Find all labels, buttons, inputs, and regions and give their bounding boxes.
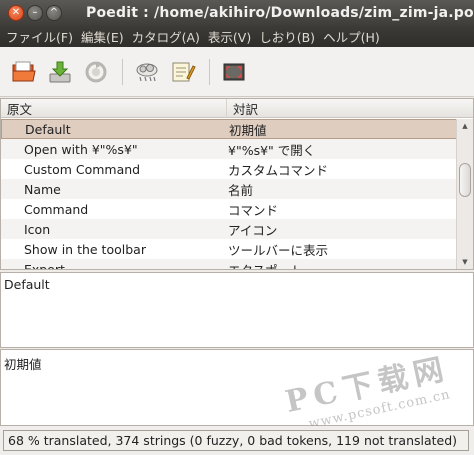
- minimize-window-button[interactable]: –: [27, 5, 43, 21]
- status-text: 68 % translated, 374 strings (0 fuzzy, 0…: [3, 430, 469, 451]
- toolbar: [0, 47, 474, 97]
- title-bar: ✕ – ^ Poedit : /home/akihiro/Downloads/z…: [0, 0, 474, 26]
- list-row[interactable]: Name 名前: [1, 179, 457, 199]
- update-button[interactable]: [82, 58, 110, 86]
- translation-cell: エクスポート: [228, 262, 303, 270]
- toolbar-separator: [122, 58, 123, 85]
- menu-bar: ファイル(F) 編集(E) カタログ(A) 表示(V) しおり(B) ヘルプ(H…: [0, 26, 474, 47]
- menu-file[interactable]: ファイル(F): [0, 27, 77, 46]
- window-controls: ✕ – ^: [8, 5, 62, 21]
- scroll-up-arrow-icon[interactable]: ▲: [457, 119, 473, 133]
- comment-button[interactable]: [169, 58, 197, 86]
- scroll-down-arrow-icon[interactable]: ▼: [457, 255, 473, 269]
- list-row[interactable]: Open with ¥"%s¥" ¥"%s¥" で開く: [1, 139, 457, 159]
- message-list: 原文 対訳 Default 初期値 Open with ¥"%s¥" ¥"%s¥…: [0, 98, 474, 270]
- list-rows: Default 初期値 Open with ¥"%s¥" ¥"%s¥" で開く …: [1, 119, 457, 270]
- translation-cell: ツールバーに表示: [228, 242, 329, 258]
- update-catalog-icon: [85, 61, 107, 82]
- source-cell: Default: [25, 121, 71, 137]
- source-cell: Command: [24, 201, 89, 217]
- translation-cell: 名前: [228, 182, 254, 198]
- comment-edit-icon: [172, 62, 196, 81]
- translation-cell: ¥"%s¥" で開く: [228, 142, 316, 158]
- source-cell: Icon: [24, 221, 51, 237]
- translation-cell: カスタムコマンド: [228, 162, 329, 178]
- list-row[interactable]: Show in the toolbar ツールバーに表示: [1, 239, 457, 259]
- menu-catalog[interactable]: カタログ(A): [128, 27, 204, 46]
- open-folder-icon: [12, 61, 36, 81]
- source-cell: Show in the toolbar: [24, 241, 146, 257]
- source-cell: Custom Command: [24, 161, 141, 177]
- save-download-icon: [49, 61, 71, 82]
- translation-cell: コマンド: [228, 202, 279, 218]
- list-row[interactable]: Command コマンド: [1, 199, 457, 219]
- validate-button[interactable]: [133, 58, 161, 86]
- translation-cell: アイコン: [228, 222, 278, 238]
- translation-text-area[interactable]: 初期値: [0, 349, 474, 426]
- list-row[interactable]: Icon アイコン: [1, 219, 457, 239]
- toolbar-separator: [209, 58, 210, 85]
- menu-edit[interactable]: 編集(E): [77, 27, 128, 46]
- list-row[interactable]: Default 初期値: [1, 119, 457, 139]
- status-bar: 68 % translated, 374 strings (0 fuzzy, 0…: [0, 426, 474, 455]
- list-row[interactable]: Custom Command カスタムコマンド: [1, 159, 457, 179]
- column-header-translation[interactable]: 対訳: [227, 99, 258, 118]
- source-text-pane: Default: [0, 272, 474, 348]
- save-button[interactable]: [46, 58, 74, 86]
- column-header-source[interactable]: 原文: [1, 99, 227, 118]
- close-window-button[interactable]: ✕: [8, 5, 24, 21]
- menu-view[interactable]: 表示(V): [204, 27, 255, 46]
- window-title: Poedit : /home/akihiro/Downloads/zim_zim…: [86, 5, 474, 21]
- menu-bookmarks[interactable]: しおり(B): [255, 27, 319, 46]
- list-scrollbar[interactable]: ▲ ▼: [456, 119, 473, 269]
- open-button[interactable]: [10, 58, 38, 86]
- fullscreen-icon: [223, 63, 245, 80]
- menu-help[interactable]: ヘルプ(H): [319, 27, 384, 46]
- source-cell: Name: [24, 181, 61, 197]
- scroll-thumb[interactable]: [459, 163, 471, 197]
- source-cell: Export: [24, 261, 65, 270]
- list-row[interactable]: Export エクスポート: [1, 259, 457, 270]
- maximize-window-button[interactable]: ^: [46, 5, 62, 21]
- validate-cloud-icon: [136, 63, 158, 81]
- translation-cell: 初期値: [229, 122, 267, 138]
- source-cell: Open with ¥"%s¥": [24, 141, 138, 157]
- list-header: 原文 対訳: [1, 99, 473, 118]
- fullscreen-button[interactable]: [220, 58, 248, 86]
